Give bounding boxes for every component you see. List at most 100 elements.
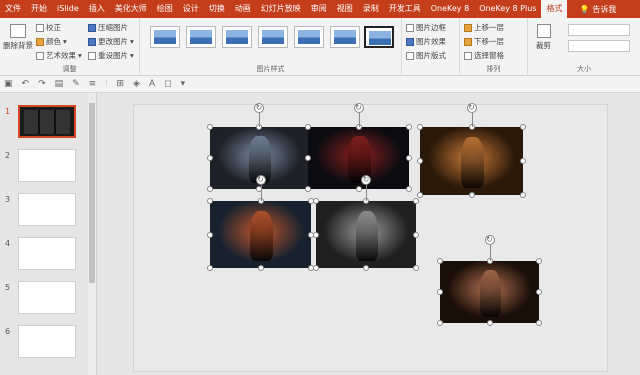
- menu-tab-11[interactable]: 视图: [332, 0, 358, 18]
- picture-style-3[interactable]: [222, 26, 252, 48]
- align-icon[interactable]: ≡: [89, 79, 97, 89]
- resize-handle[interactable]: [520, 192, 526, 198]
- resize-handle[interactable]: [413, 198, 419, 204]
- woman-golden-light-photo[interactable]: [420, 127, 523, 195]
- picture-style-2[interactable]: [186, 26, 216, 48]
- slide-thumbnail[interactable]: [18, 149, 76, 182]
- resize-handle[interactable]: [417, 192, 423, 198]
- shape-fill-icon[interactable]: ◈: [133, 79, 140, 89]
- menu-tab-5[interactable]: 绘图: [152, 0, 178, 18]
- more-icon[interactable]: ▾: [181, 79, 186, 89]
- menu-tab-4[interactable]: 美化大师: [110, 0, 152, 18]
- resize-handle[interactable]: [207, 186, 213, 192]
- menu-tab-1[interactable]: 开始: [26, 0, 52, 18]
- menu-tab-16[interactable]: 格式: [541, 0, 568, 18]
- woman-portrait-photo[interactable]: [440, 261, 539, 323]
- menu-tab-13[interactable]: 开发工具: [384, 0, 426, 18]
- picture-effects-button[interactable]: 图片效果: [406, 36, 446, 47]
- correct-button[interactable]: 校正: [36, 22, 61, 33]
- width-input[interactable]: [568, 40, 630, 52]
- save-icon[interactable]: ▣: [4, 79, 13, 89]
- slide-thumbnail[interactable]: [18, 325, 76, 358]
- picture-style-7[interactable]: [364, 26, 394, 48]
- scrollbar-thumb[interactable]: [89, 103, 95, 283]
- resize-handle[interactable]: [417, 124, 423, 130]
- picture-style-5[interactable]: [294, 26, 324, 48]
- height-input[interactable]: [568, 24, 630, 36]
- paste-icon[interactable]: ▤: [55, 79, 64, 89]
- menu-tab-3[interactable]: 插入: [84, 0, 110, 18]
- menu-tab-14[interactable]: OneKey 8: [426, 0, 474, 18]
- resize-handle[interactable]: [406, 124, 412, 130]
- menu-tab-2[interactable]: iSlide: [52, 0, 84, 18]
- menu-tab-12[interactable]: 录制: [358, 0, 384, 18]
- rotate-handle-icon[interactable]: ↻: [254, 103, 264, 113]
- selection-pane-button[interactable]: 选择窗格: [464, 50, 504, 61]
- resize-handle[interactable]: [520, 158, 526, 164]
- woman-blue-chair-photo[interactable]: [210, 201, 311, 268]
- resize-handle[interactable]: [313, 265, 319, 271]
- menu-tab-15[interactable]: OneKey 8 Plus: [474, 0, 541, 18]
- slide-thumbnail[interactable]: [18, 281, 76, 314]
- undo-icon[interactable]: ↶: [22, 79, 30, 89]
- compress-pictures-button[interactable]: 压缩图片: [88, 22, 128, 33]
- resize-handle[interactable]: [437, 258, 443, 264]
- picture-style-6[interactable]: [330, 26, 360, 48]
- woman-black-white-photo[interactable]: [316, 201, 416, 268]
- resize-handle[interactable]: [305, 124, 311, 130]
- menu-tab-0[interactable]: 文件: [0, 0, 26, 18]
- font-color-icon[interactable]: A: [149, 79, 155, 89]
- rotate-handle-icon[interactable]: ↻: [466, 103, 477, 113]
- redo-icon[interactable]: ↷: [38, 79, 46, 89]
- tell-me-search[interactable]: 💡 告诉我: [579, 4, 616, 15]
- picture-style-4[interactable]: [258, 26, 288, 48]
- picture-border-button[interactable]: 图片边框: [406, 22, 446, 33]
- resize-handle[interactable]: [417, 158, 423, 164]
- format-painter-icon[interactable]: ✎: [72, 79, 80, 89]
- slide-thumbnail[interactable]: [18, 193, 76, 226]
- resize-handle[interactable]: [520, 124, 526, 130]
- menu-tab-8[interactable]: 动画: [230, 0, 256, 18]
- menu-tab-10[interactable]: 审阅: [306, 0, 332, 18]
- color-button[interactable]: 颜色 ▾: [36, 36, 67, 47]
- resize-handle[interactable]: [305, 186, 311, 192]
- reset-picture-button[interactable]: 重设图片 ▾: [88, 50, 134, 61]
- resize-handle[interactable]: [207, 124, 213, 130]
- woman-red-boots-photo[interactable]: [308, 127, 409, 189]
- thumbnail-scrollbar[interactable]: [88, 93, 96, 375]
- send-backward-button[interactable]: 下移一层: [464, 36, 504, 47]
- group-icon[interactable]: ⊞: [116, 79, 124, 89]
- resize-handle[interactable]: [207, 155, 213, 161]
- resize-handle[interactable]: [437, 320, 443, 326]
- resize-handle[interactable]: [406, 155, 412, 161]
- rotate-handle-icon[interactable]: ↻: [361, 175, 371, 185]
- distribute-icon[interactable]: ⫶: [105, 79, 107, 89]
- resize-handle[interactable]: [313, 198, 319, 204]
- remove-background-button[interactable]: 删除背景: [3, 24, 33, 51]
- resize-handle[interactable]: [413, 231, 419, 238]
- resize-handle[interactable]: [313, 231, 319, 238]
- resize-handle[interactable]: [413, 265, 419, 271]
- picture-style-1[interactable]: [150, 26, 180, 48]
- resize-handle[interactable]: [355, 186, 362, 192]
- picture-layout-button[interactable]: 图片版式: [406, 50, 446, 61]
- resize-handle[interactable]: [207, 231, 213, 238]
- shape-outline-icon[interactable]: ◻: [164, 79, 171, 89]
- menu-tab-9[interactable]: 幻灯片放映: [256, 0, 306, 18]
- resize-handle[interactable]: [437, 289, 443, 295]
- resize-handle[interactable]: [257, 265, 264, 271]
- resize-handle[interactable]: [305, 155, 311, 161]
- resize-handle[interactable]: [536, 320, 542, 326]
- slide-thumbnail[interactable]: [18, 105, 76, 138]
- rotate-handle-icon[interactable]: ↻: [484, 235, 495, 245]
- menu-tab-6[interactable]: 设计: [178, 0, 204, 18]
- resize-handle[interactable]: [486, 320, 493, 326]
- resize-handle[interactable]: [207, 265, 213, 271]
- resize-handle[interactable]: [536, 289, 542, 295]
- rotate-handle-icon[interactable]: ↻: [353, 103, 364, 113]
- resize-handle[interactable]: [406, 186, 412, 192]
- rotate-handle-icon[interactable]: ↻: [255, 175, 266, 185]
- bring-forward-button[interactable]: 上移一层: [464, 22, 504, 33]
- resize-handle[interactable]: [536, 258, 542, 264]
- menu-tab-7[interactable]: 切换: [204, 0, 230, 18]
